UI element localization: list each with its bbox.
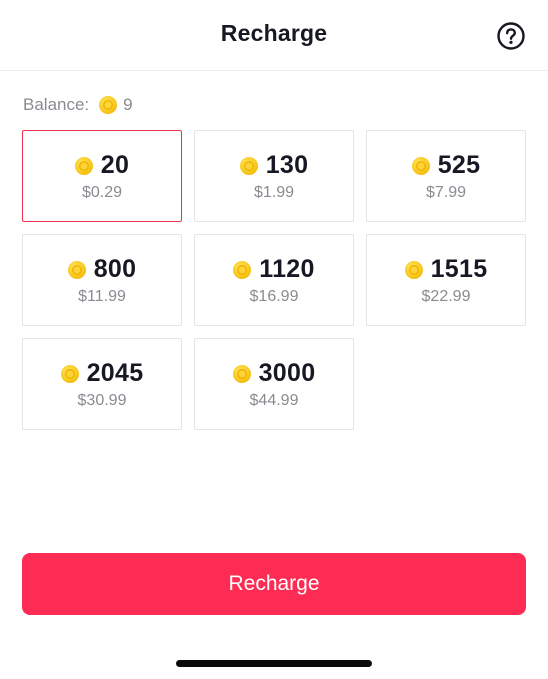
package-card-1515[interactable]: 1515 $22.99 xyxy=(366,234,526,326)
package-price: $44.99 xyxy=(249,392,299,409)
package-coins: 1120 xyxy=(259,255,315,283)
coin-icon xyxy=(232,364,251,383)
package-coins: 1515 xyxy=(430,255,488,283)
package-price: $0.29 xyxy=(81,184,123,201)
recharge-screen: Recharge Balance: 9 20 $0.29 130 $1.99 5… xyxy=(0,0,548,679)
package-card-3000[interactable]: 3000 $44.99 xyxy=(194,338,354,430)
coin-icon xyxy=(60,364,79,383)
recharge-button[interactable]: Recharge xyxy=(22,553,526,615)
package-card-2045[interactable]: 2045 $30.99 xyxy=(22,338,182,430)
package-coins: 3000 xyxy=(258,359,316,387)
package-price: $11.99 xyxy=(78,288,126,305)
package-price: $22.99 xyxy=(421,288,471,305)
home-indicator[interactable] xyxy=(176,660,372,667)
package-coins: 800 xyxy=(93,255,137,283)
package-card-20[interactable]: 20 $0.29 xyxy=(22,130,182,222)
coin-icon xyxy=(99,96,118,114)
package-coins: 525 xyxy=(437,151,481,179)
package-coins: 20 xyxy=(100,151,130,179)
coin-icon xyxy=(239,156,258,175)
balance-value: 9 xyxy=(123,95,133,114)
package-price: $30.99 xyxy=(77,392,127,409)
package-price: $1.99 xyxy=(253,184,295,201)
coin-icon xyxy=(411,156,430,175)
header: Recharge xyxy=(0,0,548,71)
coin-icon xyxy=(67,260,86,279)
page-title: Recharge xyxy=(220,20,328,46)
question-circle-icon[interactable] xyxy=(496,21,526,51)
package-card-800[interactable]: 800 $11.99 xyxy=(22,234,182,326)
coin-icon xyxy=(74,156,93,175)
balance-label: Balance: xyxy=(23,95,90,114)
package-card-525[interactable]: 525 $7.99 xyxy=(366,130,526,222)
package-price: $7.99 xyxy=(425,184,467,201)
coin-icon xyxy=(233,260,252,279)
coin-icon xyxy=(404,260,423,279)
package-coins: 2045 xyxy=(86,359,144,387)
package-card-130[interactable]: 130 $1.99 xyxy=(194,130,354,222)
package-card-1120[interactable]: 1120 $16.99 xyxy=(194,234,354,326)
balance-row: Balance: 9 xyxy=(23,94,133,116)
package-coins: 130 xyxy=(265,151,309,179)
package-price: $16.99 xyxy=(249,288,299,305)
